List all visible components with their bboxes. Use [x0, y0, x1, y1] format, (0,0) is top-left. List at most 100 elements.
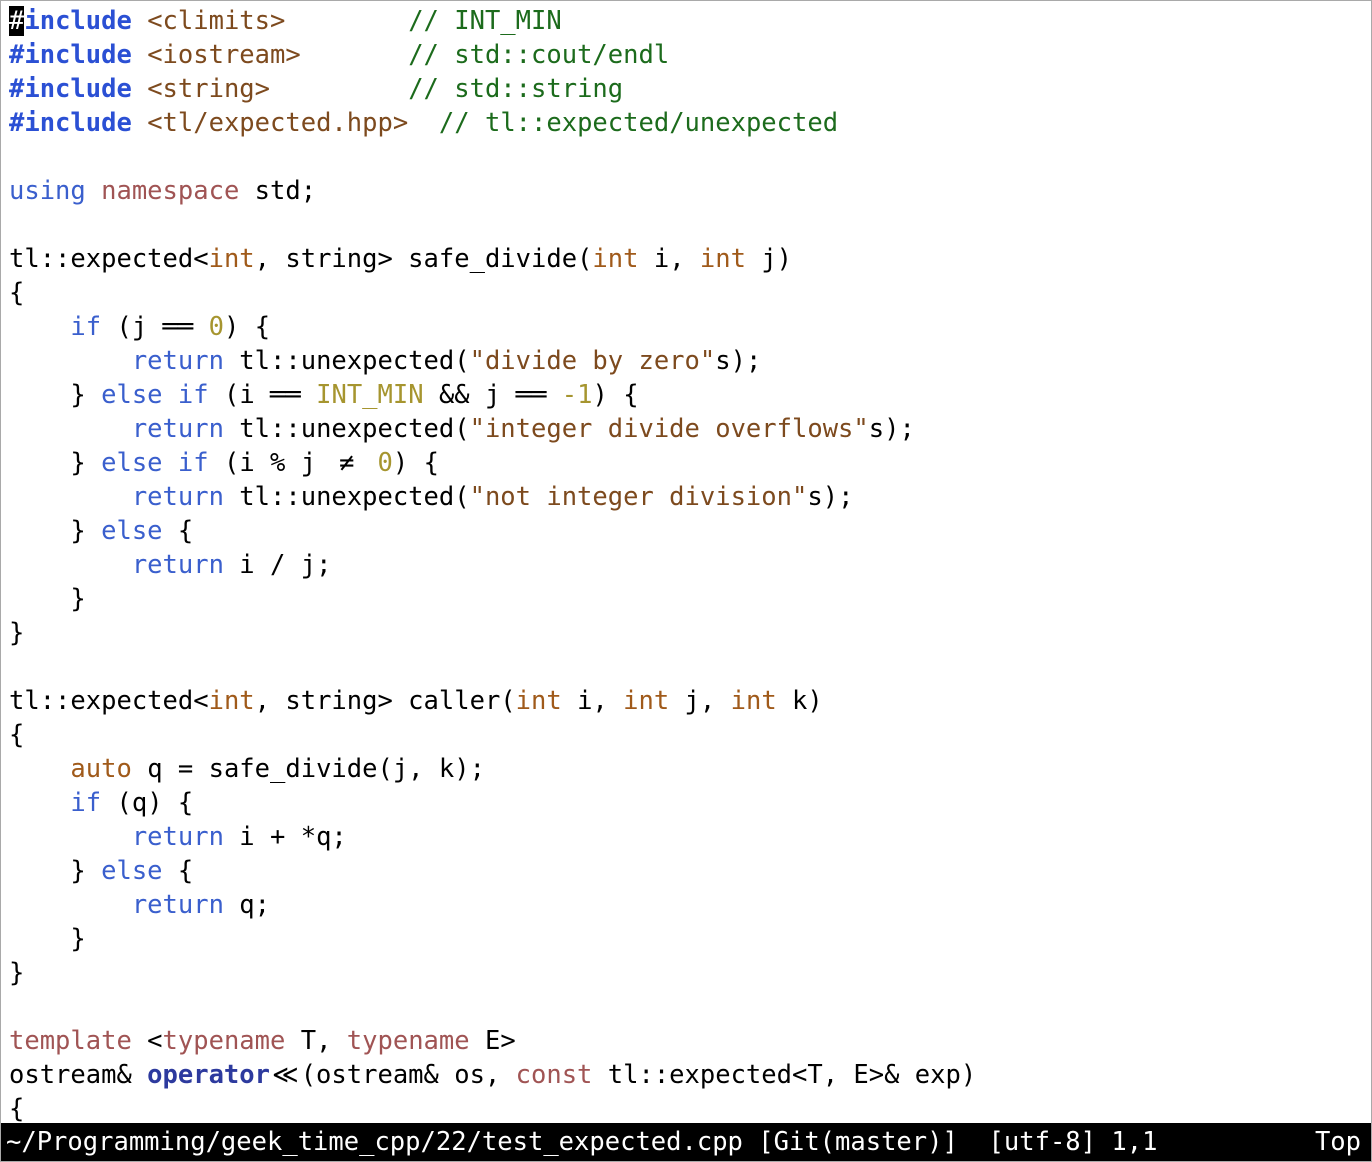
code-line[interactable]: #include <string> // std::string — [9, 72, 1371, 106]
code-token: else — [101, 856, 162, 886]
code-token — [132, 6, 147, 36]
code-line[interactable]: return tl::unexpected("not integer divis… — [9, 480, 1371, 514]
code-line[interactable]: } else { — [9, 854, 1371, 888]
code-token: < — [132, 1026, 163, 1056]
code-token: include — [24, 6, 131, 36]
code-token: q; — [224, 890, 270, 920]
code-line[interactable]: { — [9, 718, 1371, 752]
code-line[interactable] — [9, 208, 1371, 242]
code-token — [9, 550, 132, 580]
code-line[interactable] — [9, 140, 1371, 174]
code-token: { — [9, 720, 24, 750]
code-line[interactable]: using namespace std; — [9, 174, 1371, 208]
code-token: (q) { — [101, 788, 193, 818]
code-token: return — [132, 890, 224, 920]
code-line[interactable]: { — [9, 276, 1371, 310]
code-token: ══ — [270, 380, 301, 410]
code-token: { — [163, 516, 194, 546]
code-token: ostream& — [9, 1060, 147, 1090]
code-line[interactable]: } else if (i % j ≠ 0) { — [9, 446, 1371, 480]
code-line[interactable]: return tl::unexpected("divide by zero"s)… — [9, 344, 1371, 378]
code-token: { — [9, 1094, 24, 1123]
code-token: q = safe_divide(j, k); — [132, 754, 485, 784]
code-token — [132, 108, 147, 138]
code-token: s); — [869, 414, 915, 444]
code-token: tl::expected< — [9, 244, 209, 274]
code-token — [546, 380, 561, 410]
code-line[interactable] — [9, 650, 1371, 684]
code-token: } — [9, 516, 101, 546]
code-token: tl::unexpected( — [224, 482, 470, 512]
code-token — [9, 788, 70, 818]
code-token: <iostream> — [147, 40, 301, 70]
code-token: std; — [239, 176, 316, 206]
code-token: "divide by zero" — [470, 346, 716, 376]
code-token: tl::unexpected( — [224, 346, 470, 376]
code-line[interactable]: return q; — [9, 888, 1371, 922]
code-line[interactable]: #include <tl/expected.hpp> // tl::expect… — [9, 106, 1371, 140]
code-token: typename — [347, 1026, 470, 1056]
code-token: } — [9, 380, 101, 410]
code-token: 0 — [209, 312, 224, 342]
code-line[interactable]: return tl::unexpected("integer divide ov… — [9, 412, 1371, 446]
code-token: int — [700, 244, 746, 274]
code-token: if — [178, 448, 209, 478]
code-token: tl::unexpected( — [224, 414, 470, 444]
code-token — [163, 380, 178, 410]
code-line[interactable]: return i + *q; — [9, 820, 1371, 854]
code-line[interactable]: if (q) { — [9, 786, 1371, 820]
code-line[interactable]: ostream& operator≪(ostream& os, const tl… — [9, 1058, 1371, 1092]
code-line[interactable]: #include <iostream> // std::cout/endl — [9, 38, 1371, 72]
code-token: ) { — [224, 312, 270, 342]
code-token: E> — [470, 1026, 516, 1056]
code-token: else — [101, 380, 162, 410]
code-line[interactable]: } else if (i ══ INT_MIN && j ══ -1) { — [9, 378, 1371, 412]
code-token — [9, 822, 132, 852]
code-line[interactable]: tl::expected<int, string> safe_divide(in… — [9, 242, 1371, 276]
code-token: int — [209, 686, 255, 716]
code-token: } — [9, 584, 86, 614]
code-token: if — [70, 312, 101, 342]
code-token — [9, 754, 70, 784]
code-line[interactable]: } — [9, 582, 1371, 616]
code-token: typename — [163, 1026, 286, 1056]
code-area[interactable]: #include <climits> // INT_MIN#include <i… — [1, 1, 1371, 1123]
code-line[interactable]: #include <climits> // INT_MIN — [9, 4, 1371, 38]
code-line[interactable]: } — [9, 616, 1371, 650]
code-line[interactable]: template <typename T, typename E> — [9, 1024, 1371, 1058]
code-line[interactable] — [9, 990, 1371, 1024]
code-token — [270, 74, 408, 104]
code-token: (i — [209, 380, 270, 410]
code-line[interactable]: return i / j; — [9, 548, 1371, 582]
code-token: return — [132, 346, 224, 376]
code-line[interactable]: } — [9, 922, 1371, 956]
code-token: } — [9, 856, 101, 886]
code-line[interactable]: if (j ══ 0) { — [9, 310, 1371, 344]
code-token: // tl::expected/unexpected — [439, 108, 838, 138]
code-token: int — [516, 686, 562, 716]
code-token: return — [132, 482, 224, 512]
code-token: int — [592, 244, 638, 274]
code-token: #include — [9, 108, 132, 138]
code-line[interactable]: auto q = safe_divide(j, k); — [9, 752, 1371, 786]
code-token: -1 — [562, 380, 593, 410]
code-token: INT_MIN — [316, 380, 423, 410]
code-line[interactable]: tl::expected<int, string> caller(int i, … — [9, 684, 1371, 718]
code-line[interactable]: } — [9, 956, 1371, 990]
code-token: ≠ — [331, 446, 362, 480]
code-token: const — [516, 1060, 593, 1090]
code-token: i, — [562, 686, 623, 716]
code-line[interactable]: } else { — [9, 514, 1371, 548]
code-token: ) { — [393, 448, 439, 478]
code-line[interactable]: { — [9, 1092, 1371, 1123]
code-token: tl::expected<T, E>& exp) — [592, 1060, 976, 1090]
code-token — [408, 108, 439, 138]
code-token — [9, 312, 70, 342]
code-token: <climits> — [147, 6, 285, 36]
code-token: operator — [147, 1060, 270, 1090]
code-token: } — [9, 924, 86, 954]
code-token: using — [9, 176, 86, 206]
code-token: } — [9, 618, 24, 648]
editor-window: #include <climits> // INT_MIN#include <i… — [0, 0, 1372, 1162]
code-token: if — [70, 788, 101, 818]
